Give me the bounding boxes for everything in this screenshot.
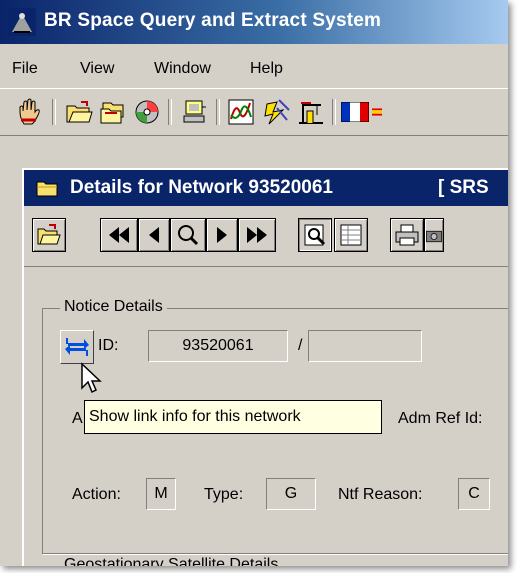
id-separator: / xyxy=(298,337,303,354)
open-multiple-icon[interactable] xyxy=(98,97,128,127)
tooltip-text: Show link info for this network xyxy=(89,408,301,425)
preview-view-button[interactable] xyxy=(298,218,332,252)
menu-bar: File View Window Help xyxy=(0,48,508,84)
double-left-arrow-icon xyxy=(109,227,129,243)
child-window-title-suffix: [ SRS xyxy=(438,177,489,198)
double-right-arrow-icon xyxy=(247,227,267,243)
adm-ref-id-label: Adm Ref Id: xyxy=(398,410,483,427)
app-title: BR Space Query and Extract System xyxy=(44,10,382,31)
id-field[interactable]: 93520061 xyxy=(148,330,288,362)
lightning-icon[interactable] xyxy=(262,97,292,127)
satellite-app-icon xyxy=(8,8,36,36)
menu-window[interactable]: Window xyxy=(154,60,211,78)
type-label: Type: xyxy=(204,486,244,503)
toolbar-separator xyxy=(168,99,172,125)
france-flag-icon[interactable] xyxy=(340,97,370,127)
magnifier-icon xyxy=(178,225,199,246)
camera-icon xyxy=(426,230,442,243)
geo-details-legend: Geostationary Satellite Details xyxy=(60,556,283,566)
folder-icon xyxy=(36,181,58,197)
camera-button[interactable] xyxy=(424,218,444,252)
link-info-button[interactable] xyxy=(60,330,94,364)
notice-details-legend: Notice Details xyxy=(60,298,167,316)
previous-record-button[interactable] xyxy=(138,218,170,252)
id-label: ID: xyxy=(98,337,119,354)
child-title-bar[interactable]: Details for Network 93520061 [ SRS xyxy=(24,170,508,206)
menu-file[interactable]: File xyxy=(12,60,38,78)
main-toolbar xyxy=(0,88,508,136)
ntf-reason-value: C xyxy=(468,485,480,502)
toolbar-separator xyxy=(216,99,220,125)
last-record-button[interactable] xyxy=(238,218,276,252)
partial-label: A xyxy=(72,410,83,427)
toolbar-separator xyxy=(52,99,56,125)
menu-help[interactable]: Help xyxy=(250,60,283,78)
computer-icon[interactable] xyxy=(180,97,210,127)
left-arrow-icon xyxy=(149,227,159,243)
type-field[interactable]: G xyxy=(266,478,316,510)
ntf-reason-label: Ntf Reason: xyxy=(338,486,423,503)
mouse-pointer-icon xyxy=(81,362,102,394)
hand-icon[interactable] xyxy=(14,97,44,127)
open-folder-icon[interactable] xyxy=(64,97,94,127)
id-secondary-field[interactable] xyxy=(308,330,422,362)
spain-flag-icon[interactable] xyxy=(372,97,382,127)
open-record-button[interactable] xyxy=(32,218,66,252)
ntf-reason-field[interactable]: C xyxy=(458,478,490,510)
search-button[interactable] xyxy=(170,218,206,252)
first-record-button[interactable] xyxy=(100,218,138,252)
child-window-title: Details for Network 93520061 xyxy=(70,177,333,198)
id-value: 93520061 xyxy=(182,337,254,354)
printer-icon xyxy=(395,224,419,246)
right-arrow-icon xyxy=(217,227,227,243)
toolbar-separator xyxy=(332,99,336,125)
link-swap-icon xyxy=(65,338,89,356)
navigation-toolbar xyxy=(24,210,508,260)
type-value: G xyxy=(284,485,298,502)
action-field[interactable]: M xyxy=(146,478,176,510)
link-info-tooltip: Show link info for this network xyxy=(84,400,382,434)
cd-icon[interactable] xyxy=(132,97,162,127)
chart-icon[interactable] xyxy=(226,97,256,127)
menu-view[interactable]: View xyxy=(80,60,114,78)
crane-icon[interactable] xyxy=(296,97,326,127)
action-value: M xyxy=(154,485,168,502)
table-view-button[interactable] xyxy=(334,218,368,252)
title-bar[interactable]: BR Space Query and Extract System xyxy=(0,0,508,44)
zoom-page-icon xyxy=(304,224,326,246)
action-label: Action: xyxy=(72,486,121,503)
main-window: BR Space Query and Extract System File V… xyxy=(0,0,508,566)
print-button[interactable] xyxy=(390,218,424,252)
table-icon xyxy=(340,224,362,246)
next-record-button[interactable] xyxy=(206,218,238,252)
